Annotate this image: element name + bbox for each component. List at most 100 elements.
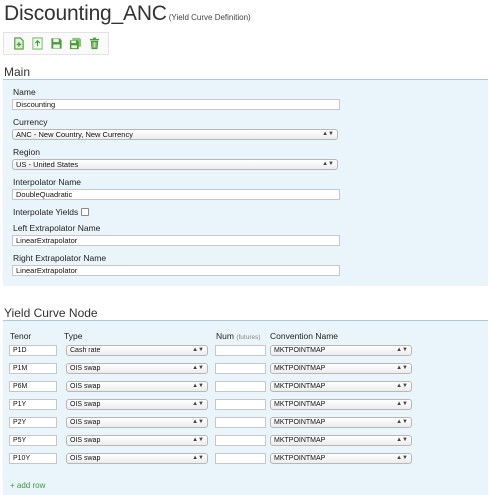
convention-select[interactable]: MKTPOINTMAP ▲▼ [270,453,412,464]
main-section-title: Main [4,65,31,79]
page-subtitle: (Yield Curve Definition) [168,13,251,22]
table-row: P6M OIS swap ▲▼ MKTPOINTMAP ▲▼ [0,381,494,394]
tenor-input[interactable]: P6M [9,381,57,392]
table-row: P1D Cash rate ▲▼ MKTPOINTMAP ▲▼ [0,345,494,358]
chevron-updown-icon: ▲▼ [396,347,408,353]
convention-select-value: MKTPOINTMAP [274,365,326,372]
col-tenor-header: Tenor [10,331,32,341]
table-row: P1Y OIS swap ▲▼ MKTPOINTMAP ▲▼ [0,399,494,412]
type-select-value: OIS swap [70,383,101,390]
tenor-input[interactable]: P1D [9,345,57,356]
table-row: P2Y OIS swap ▲▼ MKTPOINTMAP ▲▼ [0,417,494,430]
save-as-icon[interactable] [67,36,83,52]
currency-select[interactable]: ANC - New Country, New Currency ▲▼ [12,129,338,140]
left-extrapolator-input[interactable]: LinearExtrapolator [12,235,340,246]
page-header: Discounting_ANC (Yield Curve Definition) [4,2,251,26]
delete-icon[interactable] [86,36,102,52]
type-select[interactable]: OIS swap ▲▼ [66,435,208,446]
type-select-value: OIS swap [70,437,101,444]
num-futures-input[interactable] [215,381,266,392]
num-futures-input[interactable] [215,417,266,428]
new-icon[interactable] [10,36,26,52]
col-convention-header: Convention Name [270,331,339,341]
tenor-input[interactable]: P1Y [9,399,57,410]
type-select[interactable]: OIS swap ▲▼ [66,363,208,374]
tenor-input[interactable]: P5Y [9,435,57,446]
convention-select-value: MKTPOINTMAP [274,419,326,426]
save-icon[interactable] [48,36,64,52]
right-extrapolator-label: Right Extrapolator Name [13,253,107,263]
left-extrapolator-label: Left Extrapolator Name [13,223,101,233]
right-extrapolator-input[interactable]: LinearExtrapolator [12,265,340,276]
type-select[interactable]: OIS swap ▲▼ [66,453,208,464]
num-futures-input[interactable] [215,453,266,464]
main-panel: Name Discounting Currency ANC - New Coun… [3,80,488,286]
chevron-updown-icon: ▲▼ [192,347,204,353]
type-select[interactable]: OIS swap ▲▼ [66,417,208,428]
col-num-label: Num [216,331,234,341]
table-row: P5Y OIS swap ▲▼ MKTPOINTMAP ▲▼ [0,435,494,448]
convention-select-value: MKTPOINTMAP [274,437,326,444]
tenor-input[interactable]: P10Y [9,453,57,464]
chevron-updown-icon: ▲▼ [396,365,408,371]
num-futures-input[interactable] [215,363,266,374]
chevron-updown-icon: ▲▼ [396,437,408,443]
chevron-updown-icon: ▲▼ [192,401,204,407]
toolbar [3,32,109,55]
col-num-header: Num (futures) [216,331,261,341]
chevron-updown-icon: ▲▼ [396,455,408,461]
convention-select[interactable]: MKTPOINTMAP ▲▼ [270,399,412,410]
convention-select-value: MKTPOINTMAP [274,455,326,462]
convention-select[interactable]: MKTPOINTMAP ▲▼ [270,435,412,446]
page-title: Discounting_ANC [4,2,167,25]
type-select[interactable]: Cash rate ▲▼ [66,345,208,356]
chevron-updown-icon: ▲▼ [192,419,204,425]
chevron-updown-icon: ▲▼ [192,365,204,371]
name-label: Name [13,87,36,97]
tenor-input[interactable]: P2Y [9,417,57,428]
convention-select[interactable]: MKTPOINTMAP ▲▼ [270,363,412,374]
col-num-hint: (futures) [236,334,261,341]
type-select-value: OIS swap [70,455,101,462]
table-row: P10Y OIS swap ▲▼ MKTPOINTMAP ▲▼ [0,453,494,466]
convention-select-value: MKTPOINTMAP [274,347,326,354]
name-input[interactable]: Discounting [12,99,340,110]
col-type-header: Type [64,331,83,341]
convention-select-value: MKTPOINTMAP [274,383,326,390]
chevron-updown-icon: ▲▼ [192,437,204,443]
type-select[interactable]: OIS swap ▲▼ [66,399,208,410]
add-row-link[interactable]: + add row [10,481,45,490]
interpolate-yields-label: Interpolate Yields [13,207,79,217]
region-select[interactable]: US - United States ▲▼ [12,159,338,170]
type-select[interactable]: OIS swap ▲▼ [66,381,208,392]
chevron-updown-icon: ▲▼ [396,419,408,425]
tenor-input[interactable]: P1M [9,363,57,374]
chevron-updown-icon: ▲▼ [192,455,204,461]
convention-select[interactable]: MKTPOINTMAP ▲▼ [270,417,412,428]
type-select-value: OIS swap [70,419,101,426]
region-label: Region [13,147,40,157]
chevron-updown-icon: ▲▼ [396,383,408,389]
currency-label: Currency [13,117,48,127]
chevron-updown-icon: ▲▼ [322,161,334,167]
table-row: P1M OIS swap ▲▼ MKTPOINTMAP ▲▼ [0,363,494,376]
num-futures-input[interactable] [215,345,266,356]
type-select-value: OIS swap [70,401,101,408]
num-futures-input[interactable] [215,399,266,410]
convention-select[interactable]: MKTPOINTMAP ▲▼ [270,381,412,392]
interpolate-yields-row: Interpolate Yields [13,207,90,217]
chevron-updown-icon: ▲▼ [192,383,204,389]
region-select-value: US - United States [16,160,79,169]
ycn-section-title: Yield Curve Node [4,306,98,320]
interpolate-yields-checkbox[interactable] [81,207,90,216]
interpolator-label: Interpolator Name [13,177,82,187]
type-select-value: OIS swap [70,365,101,372]
convention-select-value: MKTPOINTMAP [274,401,326,408]
chevron-updown-icon: ▲▼ [322,131,334,137]
num-futures-input[interactable] [215,435,266,446]
currency-select-value: ANC - New Country, New Currency [16,130,133,139]
interpolator-input[interactable]: DoubleQuadratic [12,189,340,200]
type-select-value: Cash rate [70,347,101,354]
convention-select[interactable]: MKTPOINTMAP ▲▼ [270,345,412,356]
upload-icon[interactable] [29,36,45,52]
